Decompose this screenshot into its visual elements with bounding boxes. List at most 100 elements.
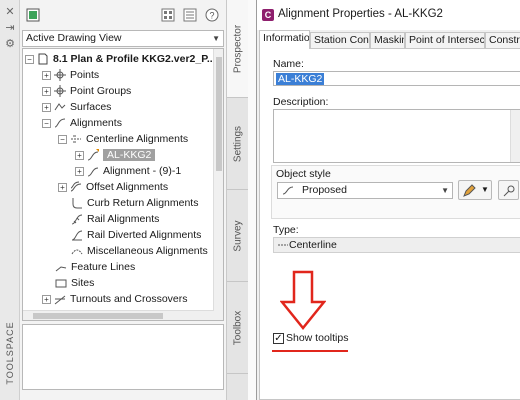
chevron-down-icon: ▼ bbox=[441, 186, 449, 195]
pick-style-button[interactable] bbox=[498, 180, 519, 200]
tree-node-drawing[interactable]: −8.1 Plan & Profile KKG2.ver2_P... bbox=[25, 51, 216, 67]
drawing-view-select[interactable]: Active Drawing View ▼ bbox=[22, 30, 224, 47]
toolspace-label: TOOLSPACE bbox=[5, 321, 15, 385]
alignment-warning-icon bbox=[87, 149, 99, 161]
tree-node-rail-alignments[interactable]: Rail Alignments bbox=[71, 211, 159, 227]
type-label: Type: bbox=[273, 224, 299, 236]
name-value: AL-KKG2 bbox=[276, 73, 325, 85]
tree-node-alignments[interactable]: − Alignments bbox=[42, 115, 122, 131]
feature-lines-icon bbox=[55, 266, 67, 272]
centerline-alignments-icon bbox=[71, 135, 81, 143]
edit-style-icon bbox=[463, 184, 476, 197]
chevron-down-icon: ▼ bbox=[212, 34, 220, 43]
civil3d-app-icon: C bbox=[262, 9, 274, 21]
expand-icon[interactable]: + bbox=[42, 70, 51, 80]
type-select[interactable]: Centerline bbox=[273, 237, 520, 253]
drawing-view-icon[interactable] bbox=[26, 8, 40, 22]
expand-icon[interactable]: + bbox=[58, 182, 67, 192]
pick-from-drawing-icon bbox=[503, 185, 515, 197]
tree-node-rail-diverted-alignments[interactable]: Rail Diverted Alignments bbox=[71, 227, 201, 243]
show-tooltips-checkbox[interactable]: ✓ Show tooltips bbox=[273, 332, 348, 346]
tab-station-control[interactable]: Station Control bbox=[310, 32, 370, 48]
curb-return-icon bbox=[72, 198, 82, 209]
collapse-icon[interactable]: − bbox=[42, 118, 51, 128]
tree-node-surfaces[interactable]: + Surfaces bbox=[42, 99, 111, 115]
tree-node-offset-alignments[interactable]: + Offset Alignments bbox=[58, 179, 168, 195]
description-scrollbar[interactable] bbox=[510, 110, 520, 162]
annotation-underline bbox=[272, 350, 348, 352]
tree-node-al-kkg2[interactable]: + AL-KKG2 bbox=[75, 147, 156, 163]
rail-alignment-icon bbox=[71, 214, 83, 225]
drawing-icon bbox=[38, 53, 48, 65]
palette-toolbar: ? bbox=[20, 0, 226, 30]
points-icon bbox=[54, 69, 66, 82]
rail-diverted-icon bbox=[71, 230, 83, 241]
offset-alignments-icon bbox=[70, 181, 82, 192]
tab-settings[interactable]: Settings bbox=[227, 98, 249, 190]
pin-icon[interactable]: ⇥ bbox=[4, 22, 16, 34]
tree-node-centerline-alignments[interactable]: − Centerline Alignments bbox=[58, 131, 188, 147]
help-icon[interactable]: ? bbox=[205, 8, 219, 22]
annotation-arrow-icon bbox=[280, 270, 326, 330]
surfaces-icon bbox=[54, 103, 66, 111]
information-page: Name: AL-KKG2 Description: Object style … bbox=[259, 48, 520, 400]
item-view-icon[interactable] bbox=[161, 8, 175, 22]
tree-node-curb-return-alignments[interactable]: Curb Return Alignments bbox=[71, 195, 198, 211]
tab-constraints[interactable]: Constrain bbox=[485, 32, 520, 48]
alignments-icon bbox=[54, 118, 66, 128]
description-textarea[interactable] bbox=[273, 109, 520, 163]
chevron-down-icon: ▼ bbox=[481, 185, 489, 194]
scroll-thumb[interactable] bbox=[33, 313, 163, 319]
tab-toolbox[interactable]: Toolbox bbox=[227, 282, 249, 374]
tree-node-feature-lines[interactable]: Feature Lines bbox=[55, 259, 135, 275]
expand-icon[interactable]: + bbox=[75, 166, 84, 176]
expand-icon[interactable]: + bbox=[75, 150, 84, 160]
expand-icon[interactable]: + bbox=[42, 86, 51, 96]
object-style-label: Object style bbox=[276, 168, 331, 180]
svg-text:?: ? bbox=[209, 11, 214, 21]
checkbox-checked[interactable]: ✓ bbox=[273, 333, 284, 344]
tree-horizontal-scrollbar[interactable] bbox=[23, 310, 214, 320]
expand-icon[interactable]: + bbox=[42, 102, 51, 112]
drawing-area bbox=[248, 0, 256, 400]
alignment-icon bbox=[87, 167, 99, 177]
edit-style-button[interactable]: ▼ bbox=[458, 180, 492, 200]
tab-prospector[interactable]: Prospector bbox=[227, 0, 249, 98]
tree-node-miscellaneous-alignments[interactable]: Miscellaneous Alignments bbox=[71, 243, 208, 259]
close-icon[interactable]: ✕ bbox=[4, 6, 16, 18]
tree-node-turnouts[interactable]: + Turnouts and Crossovers bbox=[42, 291, 188, 307]
tab-information[interactable]: Information bbox=[259, 30, 310, 49]
toolspace-tabs: Prospector Settings Survey Toolbox bbox=[226, 0, 249, 400]
collapse-icon[interactable]: − bbox=[25, 54, 34, 64]
tree-node-point-groups[interactable]: + Point Groups bbox=[42, 83, 131, 99]
dialog-tabs: Information Station Control Masking Poin… bbox=[257, 30, 520, 49]
style-swatch-icon bbox=[282, 186, 294, 195]
point-groups-icon bbox=[54, 85, 66, 98]
gear-icon[interactable]: ⚙ bbox=[4, 38, 16, 50]
tree-vertical-scrollbar[interactable] bbox=[213, 49, 223, 320]
prospector-tree: −8.1 Plan & Profile KKG2.ver2_P... + Poin… bbox=[22, 48, 224, 321]
turnouts-icon bbox=[54, 295, 66, 305]
tab-point-of-intersection[interactable]: Point of Intersection bbox=[405, 32, 485, 48]
item-view-pane bbox=[22, 324, 224, 390]
tab-masking[interactable]: Masking bbox=[370, 32, 405, 48]
tree-node-points[interactable]: + Points bbox=[42, 67, 99, 83]
object-style-group: Object style Proposed ▼ ▼ bbox=[271, 165, 520, 219]
tree-node-sites[interactable]: Sites bbox=[55, 275, 94, 291]
centerline-icon bbox=[278, 244, 288, 246]
sites-icon bbox=[55, 279, 67, 288]
misc-alignments-icon bbox=[71, 249, 83, 255]
name-input[interactable]: AL-KKG2 bbox=[273, 71, 520, 86]
scroll-thumb[interactable] bbox=[216, 57, 222, 171]
collapse-icon[interactable]: − bbox=[58, 134, 67, 144]
name-label: Name: bbox=[273, 58, 304, 70]
tab-survey[interactable]: Survey bbox=[227, 190, 249, 282]
alignment-properties-dialog: C Alignment Properties - AL-KKG2 Informa… bbox=[256, 0, 520, 400]
dialog-titlebar: C Alignment Properties - AL-KKG2 bbox=[257, 0, 520, 30]
toolspace-rail: ✕ ⇥ ⚙ TOOLSPACE bbox=[0, 0, 20, 400]
tree-node-alignment-9-1[interactable]: + Alignment - (9)-1 bbox=[75, 163, 181, 179]
expand-icon[interactable]: + bbox=[42, 294, 51, 304]
toolspace-palette: ? Active Drawing View ▼ −8.1 Plan & Profi… bbox=[20, 0, 226, 400]
object-style-select[interactable]: Proposed ▼ bbox=[277, 182, 453, 199]
list-view-icon[interactable] bbox=[183, 8, 197, 22]
